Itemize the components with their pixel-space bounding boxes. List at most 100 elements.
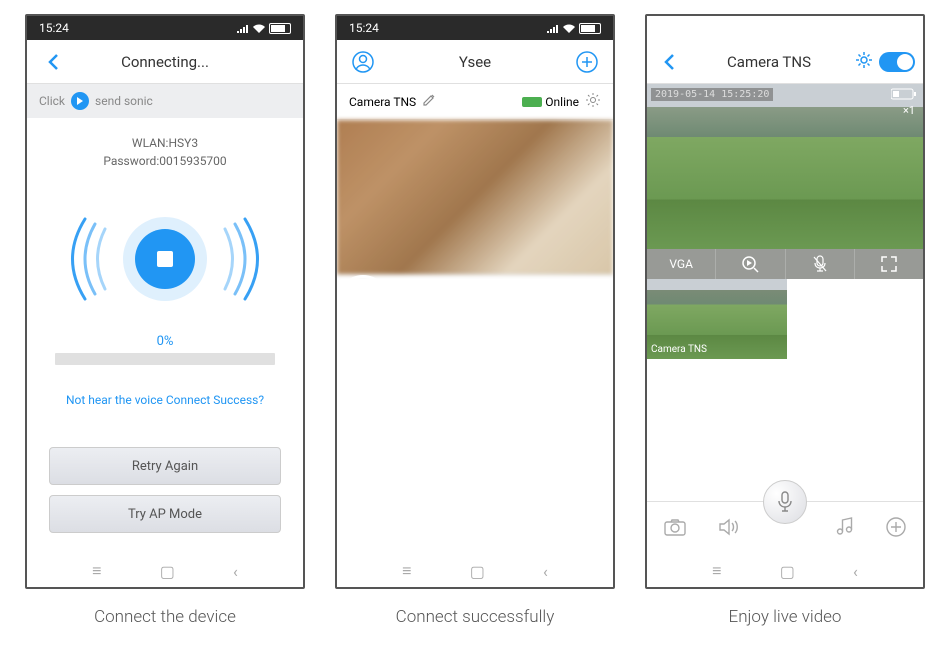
wlan-label: WLAN:HSY3	[27, 136, 303, 150]
status-bar: 15:24	[27, 16, 303, 40]
live-feed[interactable]: 2019-05-14 15:25:20 ×1	[647, 84, 923, 249]
header: Camera TNS	[647, 40, 923, 84]
phone-connecting: 15:24 Connecting... Click	[25, 14, 305, 589]
mute-button[interactable]	[786, 249, 855, 279]
edit-icon	[422, 93, 436, 107]
sonic-row: Click send sonic	[27, 84, 303, 118]
feed-battery-overlay	[891, 88, 917, 100]
status-icons	[547, 23, 601, 34]
status-time: 15:24	[39, 21, 69, 35]
nav-back[interactable]: ‹	[223, 556, 248, 587]
bottom-toolbar	[647, 501, 923, 555]
sonic-visual	[27, 194, 303, 324]
header: Ysee	[337, 40, 613, 84]
progress-section: 0%	[27, 324, 303, 375]
nav-back[interactable]: ‹	[843, 556, 868, 587]
battery-icon	[269, 23, 291, 34]
quality-button[interactable]: VGA	[647, 249, 716, 279]
phone-camera-list: 15:24 Ysee Camera TNS	[335, 14, 615, 589]
stream-toggle[interactable]	[879, 52, 915, 72]
speaker-icon	[719, 518, 739, 536]
nav-back[interactable]: ‹	[533, 556, 558, 587]
status-icons	[237, 23, 291, 34]
plus-circle-icon	[886, 517, 906, 537]
zoom-label: ×1	[903, 104, 915, 117]
status-time: 15:24	[349, 21, 379, 35]
user-icon	[352, 51, 374, 73]
profile-button[interactable]	[349, 48, 377, 76]
zoom-button[interactable]	[716, 249, 785, 279]
signal-icon	[547, 23, 559, 33]
nav-menu[interactable]: ≡	[702, 555, 731, 587]
camera-icon	[664, 518, 686, 536]
wifi-info: WLAN:HSY3 Password:0015935700	[27, 118, 303, 186]
nav-home[interactable]: ▢	[150, 556, 185, 587]
thumb-grid: Camera TNS	[647, 279, 923, 359]
nav-home[interactable]: ▢	[460, 556, 495, 587]
mic-mute-icon	[812, 255, 828, 273]
signal-icon	[237, 23, 249, 33]
nav-menu[interactable]: ≡	[82, 555, 111, 587]
caption-1: Connect the device	[94, 607, 236, 627]
video-preview[interactable]	[337, 120, 613, 275]
password-label: Password:0015935700	[27, 154, 303, 168]
help-link[interactable]: Not hear the voice Connect Success?	[27, 393, 303, 407]
page-title: Ysee	[377, 53, 573, 71]
camera-name: Camera TNS	[349, 95, 416, 109]
page-title: Connecting...	[67, 53, 263, 71]
feed-timestamp: 2019-05-14 15:25:20	[651, 88, 773, 101]
caption-2: Connect successfully	[396, 607, 555, 627]
plus-circle-icon	[576, 51, 598, 73]
video-preview-wrapper	[337, 120, 613, 275]
play-icon	[76, 97, 84, 105]
camera-row: Camera TNS Online	[337, 84, 613, 120]
magnifier-play-icon	[741, 255, 759, 273]
mic-icon	[776, 491, 794, 513]
header: Connecting...	[27, 40, 303, 84]
nav-menu[interactable]: ≡	[392, 555, 421, 587]
camera-settings-button[interactable]	[585, 92, 601, 111]
page-title: Camera TNS	[683, 53, 855, 71]
battery-icon	[579, 23, 601, 34]
chevron-left-icon	[663, 53, 675, 71]
feed-controls: VGA	[647, 249, 923, 279]
wifi-icon	[253, 23, 265, 33]
phone-live-view: Camera TNS 2019-05-14 15:25:20 ×1	[645, 14, 925, 589]
back-button[interactable]	[39, 48, 67, 76]
sound-button[interactable]	[719, 518, 739, 540]
nav-home[interactable]: ▢	[770, 556, 805, 587]
play-sonic-button[interactable]	[71, 92, 89, 110]
add-button[interactable]	[886, 517, 906, 541]
snapshot-button[interactable]	[664, 518, 686, 540]
click-label: Click	[39, 94, 65, 108]
battery-green-icon	[522, 97, 542, 107]
battery-overlay-icon	[891, 88, 917, 100]
thumb-label: Camera TNS	[651, 344, 707, 355]
fullscreen-button[interactable]	[855, 249, 923, 279]
sonic-label: send sonic	[95, 94, 153, 108]
progress-bar	[55, 353, 275, 365]
settings-button[interactable]	[855, 51, 873, 73]
wifi-icon	[563, 23, 575, 33]
gear-icon	[855, 51, 873, 69]
android-nav: ≡ ▢ ‹	[647, 555, 923, 587]
back-button[interactable]	[655, 48, 683, 76]
play-button[interactable]	[337, 275, 389, 327]
online-badge: Online	[522, 95, 579, 109]
chevron-left-icon	[47, 53, 59, 71]
camera-thumb[interactable]: Camera TNS	[647, 279, 787, 359]
music-icon	[835, 517, 853, 537]
retry-button[interactable]: Retry Again	[49, 447, 281, 485]
gear-icon	[585, 92, 601, 108]
status-bar	[647, 16, 923, 40]
mic-button[interactable]	[763, 480, 807, 524]
status-label: Online	[545, 95, 579, 109]
status-bar: 15:24	[337, 16, 613, 40]
add-button[interactable]	[573, 48, 601, 76]
android-nav: ≡ ▢ ‹	[27, 555, 303, 587]
android-nav: ≡ ▢ ‹	[337, 555, 613, 587]
bottom-buttons: Retry Again Try AP Mode	[27, 447, 303, 555]
music-button[interactable]	[835, 517, 853, 541]
ap-mode-button[interactable]: Try AP Mode	[49, 495, 281, 533]
edit-name-button[interactable]	[422, 93, 436, 110]
